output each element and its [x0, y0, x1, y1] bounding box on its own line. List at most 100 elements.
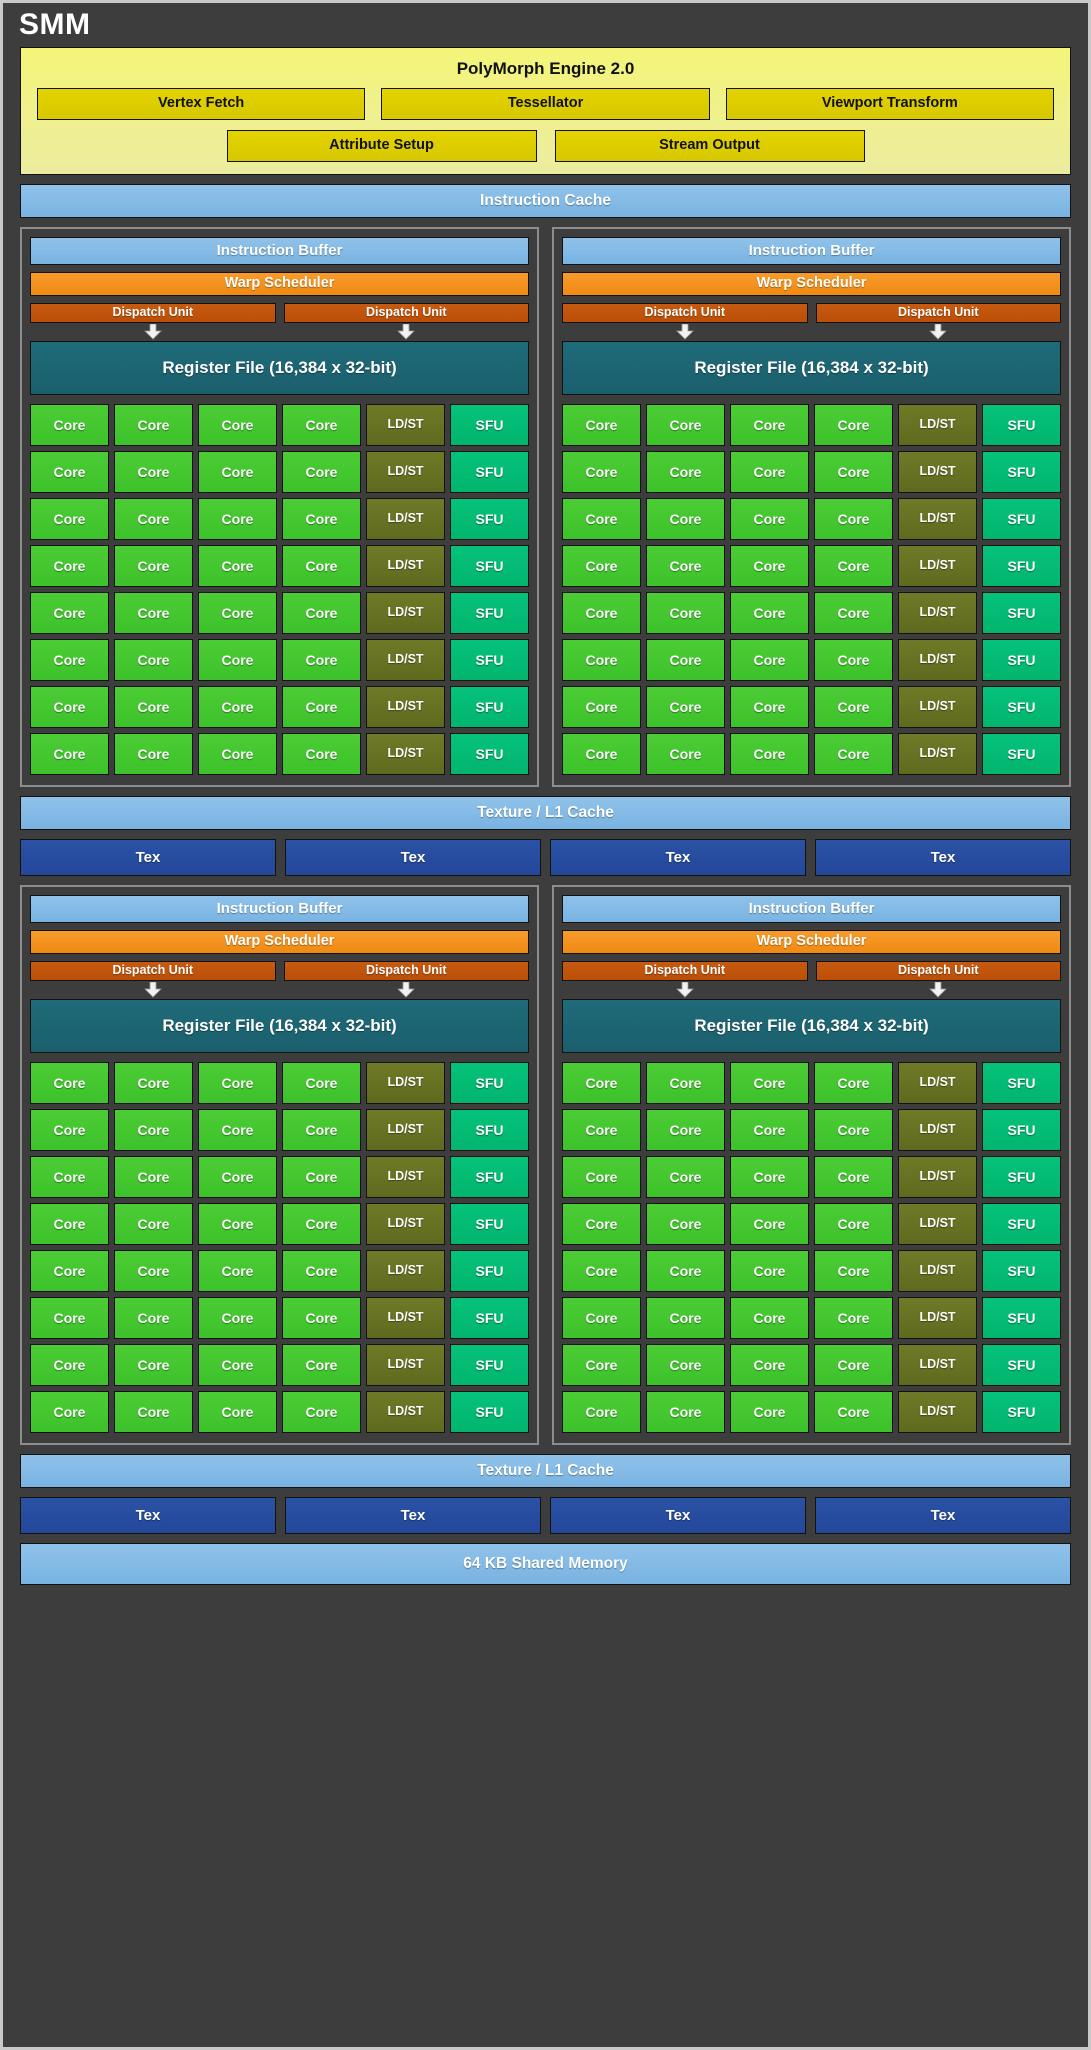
load-store-unit[interactable]: LD/ST	[898, 1391, 977, 1433]
load-store-unit[interactable]: LD/ST	[366, 1344, 445, 1386]
tex-unit[interactable]: Tex	[20, 839, 276, 876]
core-unit[interactable]: Core	[114, 545, 193, 587]
special-function-unit[interactable]: SFU	[982, 686, 1061, 728]
core-unit[interactable]: Core	[282, 639, 361, 681]
instruction-buffer[interactable]: Instruction Buffer	[30, 895, 529, 923]
load-store-unit[interactable]: LD/ST	[366, 1391, 445, 1433]
core-unit[interactable]: Core	[814, 1391, 893, 1433]
load-store-unit[interactable]: LD/ST	[898, 498, 977, 540]
core-unit[interactable]: Core	[562, 1203, 641, 1245]
core-unit[interactable]: Core	[646, 545, 725, 587]
warp-scheduler[interactable]: Warp Scheduler	[30, 930, 529, 954]
core-unit[interactable]: Core	[562, 686, 641, 728]
core-unit[interactable]: Core	[646, 451, 725, 493]
core-unit[interactable]: Core	[646, 639, 725, 681]
core-unit[interactable]: Core	[562, 733, 641, 775]
core-unit[interactable]: Core	[30, 451, 109, 493]
core-unit[interactable]: Core	[30, 1109, 109, 1151]
register-file[interactable]: Register File (16,384 x 32-bit)	[562, 999, 1061, 1053]
core-unit[interactable]: Core	[30, 686, 109, 728]
core-unit[interactable]: Core	[646, 498, 725, 540]
core-unit[interactable]: Core	[562, 1250, 641, 1292]
vertex-fetch-block[interactable]: Vertex Fetch	[37, 88, 366, 120]
load-store-unit[interactable]: LD/ST	[898, 639, 977, 681]
tex-unit[interactable]: Tex	[815, 1497, 1071, 1534]
core-unit[interactable]: Core	[562, 1062, 641, 1104]
core-unit[interactable]: Core	[562, 1156, 641, 1198]
load-store-unit[interactable]: LD/ST	[366, 451, 445, 493]
load-store-unit[interactable]: LD/ST	[898, 1344, 977, 1386]
core-unit[interactable]: Core	[646, 733, 725, 775]
core-unit[interactable]: Core	[814, 733, 893, 775]
special-function-unit[interactable]: SFU	[450, 404, 529, 446]
special-function-unit[interactable]: SFU	[982, 1062, 1061, 1104]
core-unit[interactable]: Core	[198, 451, 277, 493]
instruction-buffer[interactable]: Instruction Buffer	[562, 895, 1061, 923]
load-store-unit[interactable]: LD/ST	[366, 1203, 445, 1245]
core-unit[interactable]: Core	[814, 592, 893, 634]
core-unit[interactable]: Core	[814, 545, 893, 587]
load-store-unit[interactable]: LD/ST	[898, 1109, 977, 1151]
special-function-unit[interactable]: SFU	[450, 1297, 529, 1339]
load-store-unit[interactable]: LD/ST	[366, 733, 445, 775]
core-unit[interactable]: Core	[730, 1391, 809, 1433]
special-function-unit[interactable]: SFU	[450, 639, 529, 681]
core-unit[interactable]: Core	[198, 639, 277, 681]
core-unit[interactable]: Core	[646, 404, 725, 446]
core-unit[interactable]: Core	[114, 451, 193, 493]
core-unit[interactable]: Core	[562, 1297, 641, 1339]
load-store-unit[interactable]: LD/ST	[898, 451, 977, 493]
core-unit[interactable]: Core	[30, 733, 109, 775]
core-unit[interactable]: Core	[282, 592, 361, 634]
core-unit[interactable]: Core	[282, 545, 361, 587]
load-store-unit[interactable]: LD/ST	[366, 1297, 445, 1339]
special-function-unit[interactable]: SFU	[450, 498, 529, 540]
special-function-unit[interactable]: SFU	[982, 592, 1061, 634]
attribute-setup-block[interactable]: Attribute Setup	[226, 130, 537, 162]
core-unit[interactable]: Core	[646, 1156, 725, 1198]
core-unit[interactable]: Core	[730, 733, 809, 775]
tessellator-block[interactable]: Tessellator	[381, 88, 710, 120]
load-store-unit[interactable]: LD/ST	[366, 404, 445, 446]
core-unit[interactable]: Core	[114, 686, 193, 728]
load-store-unit[interactable]: LD/ST	[898, 404, 977, 446]
dispatch-unit-1[interactable]: Dispatch Unit	[30, 303, 276, 323]
load-store-unit[interactable]: LD/ST	[898, 686, 977, 728]
load-store-unit[interactable]: LD/ST	[366, 1062, 445, 1104]
core-unit[interactable]: Core	[198, 545, 277, 587]
register-file[interactable]: Register File (16,384 x 32-bit)	[30, 999, 529, 1053]
load-store-unit[interactable]: LD/ST	[898, 545, 977, 587]
tex-unit[interactable]: Tex	[285, 1497, 541, 1534]
special-function-unit[interactable]: SFU	[450, 592, 529, 634]
special-function-unit[interactable]: SFU	[982, 1203, 1061, 1245]
special-function-unit[interactable]: SFU	[450, 1344, 529, 1386]
core-unit[interactable]: Core	[30, 545, 109, 587]
special-function-unit[interactable]: SFU	[982, 498, 1061, 540]
dispatch-unit-1[interactable]: Dispatch Unit	[562, 961, 808, 981]
core-unit[interactable]: Core	[282, 451, 361, 493]
core-unit[interactable]: Core	[562, 1344, 641, 1386]
load-store-unit[interactable]: LD/ST	[898, 733, 977, 775]
core-unit[interactable]: Core	[30, 404, 109, 446]
core-unit[interactable]: Core	[730, 686, 809, 728]
core-unit[interactable]: Core	[730, 1062, 809, 1104]
core-unit[interactable]: Core	[646, 592, 725, 634]
core-unit[interactable]: Core	[730, 592, 809, 634]
load-store-unit[interactable]: LD/ST	[366, 498, 445, 540]
special-function-unit[interactable]: SFU	[982, 1391, 1061, 1433]
special-function-unit[interactable]: SFU	[450, 1156, 529, 1198]
core-unit[interactable]: Core	[730, 498, 809, 540]
core-unit[interactable]: Core	[114, 639, 193, 681]
core-unit[interactable]: Core	[730, 404, 809, 446]
core-unit[interactable]: Core	[646, 1109, 725, 1151]
core-unit[interactable]: Core	[282, 1297, 361, 1339]
core-unit[interactable]: Core	[114, 1391, 193, 1433]
core-unit[interactable]: Core	[730, 1203, 809, 1245]
core-unit[interactable]: Core	[646, 1344, 725, 1386]
core-unit[interactable]: Core	[198, 1391, 277, 1433]
core-unit[interactable]: Core	[198, 1062, 277, 1104]
special-function-unit[interactable]: SFU	[982, 639, 1061, 681]
load-store-unit[interactable]: LD/ST	[366, 639, 445, 681]
core-unit[interactable]: Core	[562, 639, 641, 681]
core-unit[interactable]: Core	[114, 1109, 193, 1151]
